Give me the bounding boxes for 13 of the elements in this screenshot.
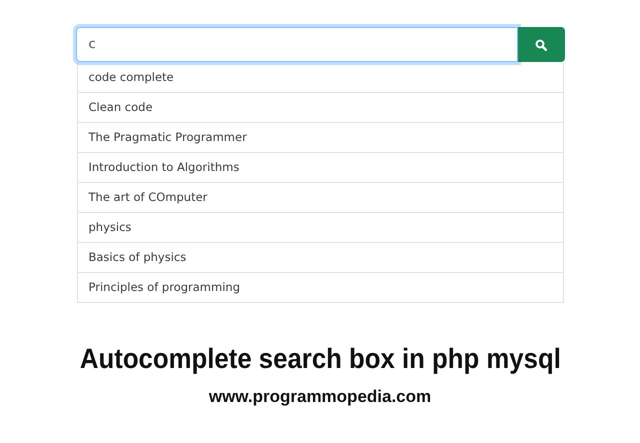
search-icon — [535, 38, 547, 50]
search-field[interactable]: c — [76, 27, 518, 62]
search-button[interactable] — [518, 27, 564, 62]
suggestion-item[interactable]: The Pragmatic Programmer — [78, 122, 562, 152]
suggestion-item[interactable]: The art of COmputer — [78, 182, 562, 212]
suggestion-item[interactable]: physics — [78, 212, 562, 242]
caption-title: Autocomplete search box in php mysql — [80, 343, 560, 375]
site-address: www.programmopedia.com — [208, 387, 432, 407]
suggestion-item[interactable]: Introduction to Algorithms — [78, 152, 562, 182]
suggestion-item[interactable]: code complete — [78, 63, 562, 92]
suggestion-item[interactable]: Principles of programming — [78, 272, 562, 302]
suggestion-item[interactable]: Clean code — [78, 92, 562, 122]
suggestion-item[interactable]: Basics of physics — [78, 242, 562, 272]
